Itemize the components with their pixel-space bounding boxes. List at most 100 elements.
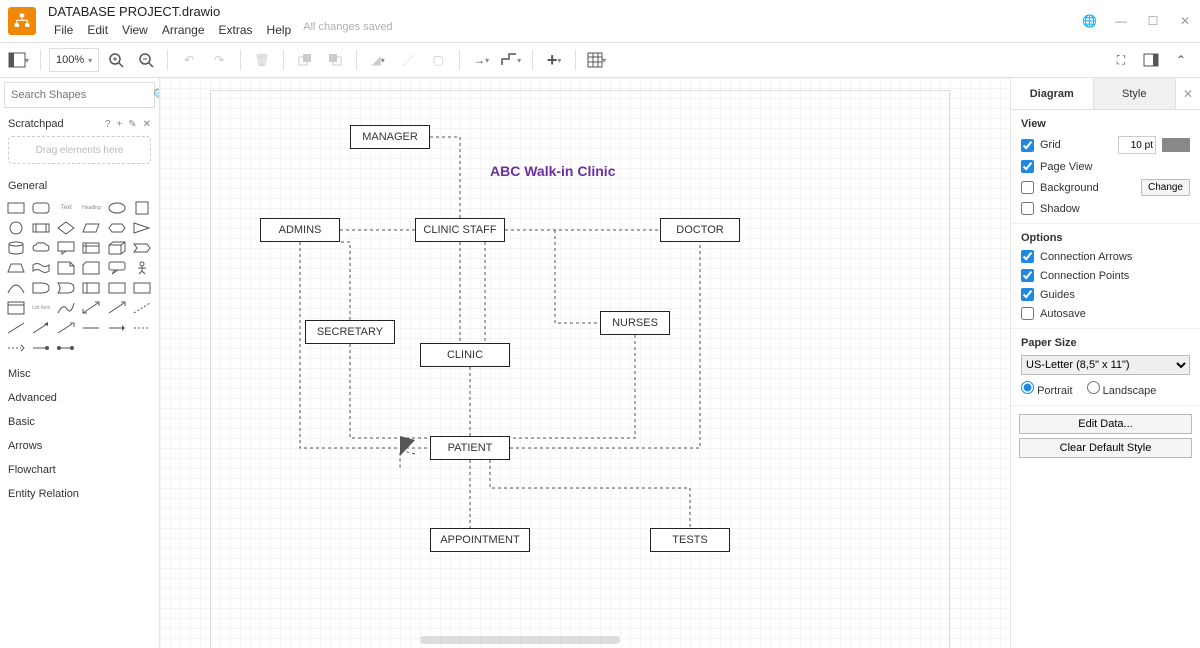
shape-list[interactable] xyxy=(6,300,26,316)
shape-process[interactable] xyxy=(31,220,51,236)
shape-rect2[interactable] xyxy=(107,280,127,296)
section-basic[interactable]: Basic xyxy=(0,408,159,432)
menu-help[interactable]: Help xyxy=(261,21,298,39)
search-icon[interactable]: 🔍 xyxy=(153,88,160,102)
shape-and[interactable] xyxy=(31,280,51,296)
connection-icon[interactable]: →▾ xyxy=(468,47,494,73)
radio-landscape[interactable] xyxy=(1087,381,1100,394)
shape-internal-storage[interactable] xyxy=(81,240,101,256)
search-input[interactable] xyxy=(11,89,153,101)
grid-size-input[interactable] xyxy=(1118,136,1156,154)
chk-background[interactable] xyxy=(1021,181,1034,194)
scratchpad-close-icon[interactable]: ✕ xyxy=(143,119,151,130)
shape-callout2[interactable] xyxy=(107,260,127,276)
redo-icon[interactable]: ↷ xyxy=(206,47,232,73)
shape-cloud[interactable] xyxy=(31,240,51,256)
window-minimize[interactable]: — xyxy=(1114,14,1128,28)
chk-conn-points[interactable] xyxy=(1021,269,1034,282)
scratchpad-dropzone[interactable]: Drag elements here xyxy=(8,136,151,164)
shape-curve2[interactable] xyxy=(56,300,76,316)
shape-heading[interactable]: Heading xyxy=(81,200,101,216)
shadow-icon[interactable]: ▢ xyxy=(425,47,451,73)
tab-style[interactable]: Style xyxy=(1094,78,1177,109)
tab-diagram[interactable]: Diagram xyxy=(1011,78,1094,109)
scratchpad-add-icon[interactable]: + xyxy=(116,119,122,130)
shape-card[interactable] xyxy=(81,260,101,276)
radio-portrait[interactable] xyxy=(1021,381,1034,394)
shape-text[interactable]: Text xyxy=(56,200,76,216)
window-close[interactable]: ✕ xyxy=(1178,14,1192,28)
undo-icon[interactable]: ↶ xyxy=(176,47,202,73)
sidebar-toggle-icon[interactable]: ▾ xyxy=(6,47,32,73)
collapse-icon[interactable]: ⌃ xyxy=(1168,47,1194,73)
delete-icon[interactable]: 🗑 xyxy=(249,47,275,73)
panel-close-icon[interactable]: ✕ xyxy=(1176,78,1200,109)
shape-note[interactable] xyxy=(56,260,76,276)
section-flowchart[interactable]: Flowchart xyxy=(0,456,159,480)
to-back-icon[interactable] xyxy=(322,47,348,73)
section-entity-relation[interactable]: Entity Relation xyxy=(0,480,159,504)
menu-edit[interactable]: Edit xyxy=(81,21,114,39)
chk-page-view[interactable] xyxy=(1021,160,1034,173)
shape-conn5[interactable] xyxy=(31,340,51,356)
chk-guides[interactable] xyxy=(1021,288,1034,301)
edit-data-button[interactable]: Edit Data... xyxy=(1019,414,1192,434)
shape-triangle[interactable] xyxy=(132,220,152,236)
shape-line-arrow[interactable] xyxy=(31,320,51,336)
section-general[interactable]: General xyxy=(0,172,159,196)
shape-datastore[interactable] xyxy=(81,280,101,296)
to-front-icon[interactable] xyxy=(292,47,318,73)
chk-conn-arrows[interactable] xyxy=(1021,250,1034,263)
shape-square[interactable] xyxy=(132,200,152,216)
scratchpad-edit-icon[interactable]: ✎ xyxy=(128,119,136,130)
clear-style-button[interactable]: Clear Default Style xyxy=(1019,438,1192,458)
shape-search[interactable]: 🔍 xyxy=(4,82,155,108)
shape-arrow[interactable] xyxy=(107,300,127,316)
fill-color-icon[interactable]: ◢▾ xyxy=(365,47,391,73)
zoom-select[interactable]: 100%▾ xyxy=(49,48,99,72)
shape-conn2[interactable] xyxy=(107,320,127,336)
canvas[interactable]: ABC Walk-in Clinic MANAGER ADMINS CLINIC… xyxy=(160,78,1010,648)
shape-rounded-rect[interactable] xyxy=(31,200,51,216)
shape-hexagon[interactable] xyxy=(107,220,127,236)
window-maximize[interactable]: ☐ xyxy=(1146,14,1160,28)
insert-icon[interactable]: +▾ xyxy=(541,47,567,73)
section-misc[interactable]: Misc xyxy=(0,360,159,384)
section-advanced[interactable]: Advanced xyxy=(0,384,159,408)
shape-conn1[interactable] xyxy=(81,320,101,336)
shape-rect3[interactable] xyxy=(132,280,152,296)
shape-callout[interactable] xyxy=(56,240,76,256)
menu-file[interactable]: File xyxy=(48,21,79,39)
fullscreen-icon[interactable]: ⛶ xyxy=(1108,47,1134,73)
chk-grid[interactable] xyxy=(1021,139,1034,152)
table-icon[interactable]: ▾ xyxy=(584,47,610,73)
horizontal-scrollbar[interactable] xyxy=(420,636,620,644)
shape-actor[interactable] xyxy=(132,260,152,276)
shape-trapezoid[interactable] xyxy=(6,260,26,276)
section-arrows[interactable]: Arrows xyxy=(0,432,159,456)
shape-or[interactable] xyxy=(56,280,76,296)
menu-arrange[interactable]: Arrange xyxy=(156,21,211,39)
chk-autosave[interactable] xyxy=(1021,307,1034,320)
grid-color-swatch[interactable] xyxy=(1162,138,1190,152)
shape-ellipse[interactable] xyxy=(107,200,127,216)
shape-arrow-bi[interactable] xyxy=(81,300,101,316)
shape-diamond[interactable] xyxy=(56,220,76,236)
shape-line[interactable] xyxy=(6,320,26,336)
zoom-out-icon[interactable] xyxy=(133,47,159,73)
shape-parallelogram[interactable] xyxy=(81,220,101,236)
globe-icon[interactable]: 🌐 xyxy=(1082,14,1096,28)
waypoint-icon[interactable]: ▾ xyxy=(498,47,524,73)
shape-circle[interactable] xyxy=(6,220,26,236)
shape-rect[interactable] xyxy=(6,200,26,216)
shape-curve[interactable] xyxy=(6,280,26,296)
shape-step[interactable] xyxy=(132,240,152,256)
menu-extras[interactable]: Extras xyxy=(213,21,259,39)
shape-dashed[interactable] xyxy=(132,300,152,316)
shape-conn3[interactable] xyxy=(132,320,152,336)
change-background-button[interactable]: Change xyxy=(1141,179,1190,196)
chk-shadow[interactable] xyxy=(1021,202,1034,215)
zoom-in-icon[interactable] xyxy=(103,47,129,73)
format-panel-icon[interactable] xyxy=(1138,47,1164,73)
shape-listitem[interactable]: List Item xyxy=(31,300,51,316)
